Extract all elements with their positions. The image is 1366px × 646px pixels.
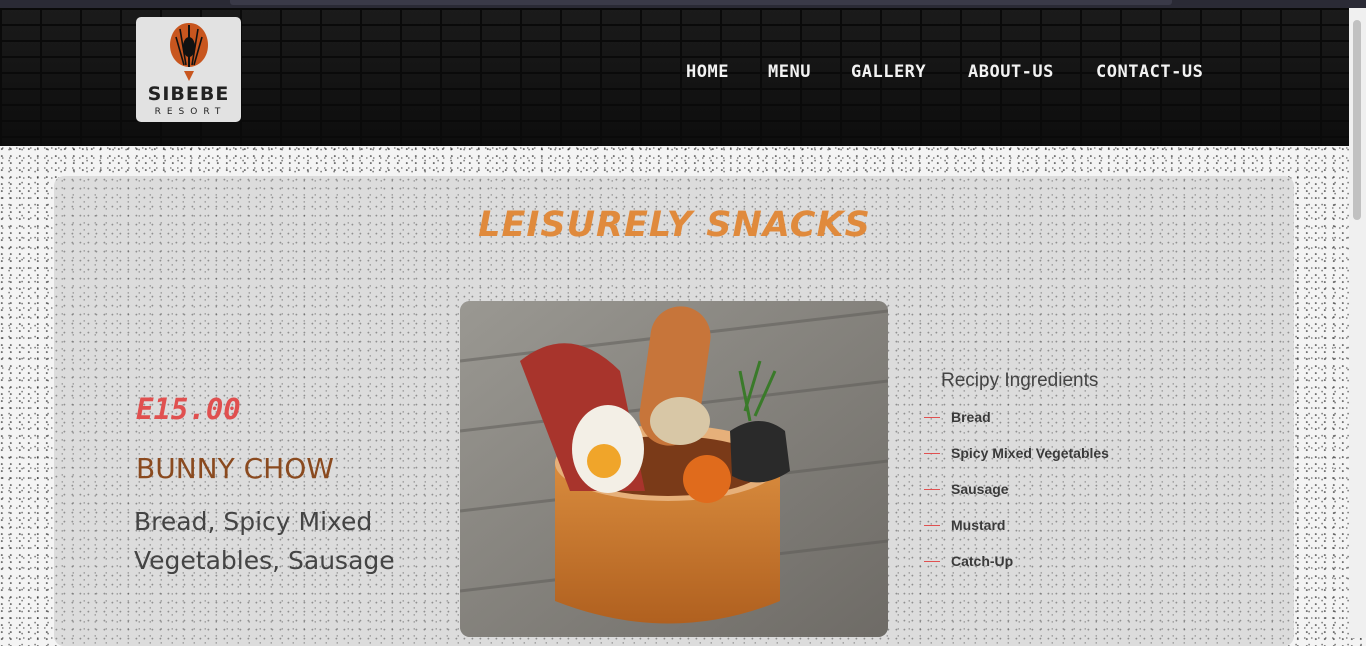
nav-about-us[interactable]: ABOUT-US (968, 62, 1054, 82)
nav-contact-us[interactable]: CONTACT-US (1096, 62, 1203, 82)
dash-icon (924, 489, 940, 490)
ingredient-label: Spicy Mixed Vegetables (951, 445, 1109, 461)
logo-subtitle: RESORT (154, 107, 227, 117)
ingredients-title: Recipy Ingredients (941, 370, 1099, 391)
bunny-chow-image (460, 301, 888, 637)
browser-top-strip (0, 0, 1366, 8)
ingredient-label: Mustard (951, 517, 1006, 533)
item-name: BUNNY CHOW (136, 452, 334, 485)
dash-icon (924, 453, 940, 454)
nav-gallery[interactable]: GALLERY (851, 62, 926, 82)
item-price: E15.00 (136, 392, 241, 426)
ingredient-label: Bread (951, 409, 991, 425)
site-logo[interactable]: SIBEBE RESORT (136, 17, 241, 122)
tab-strip (230, 0, 1172, 5)
ingredient-label: Catch-Up (951, 553, 1014, 569)
dash-icon (924, 525, 940, 526)
page-scrollbar[interactable] (1349, 8, 1366, 638)
scrollbar-thumb[interactable] (1353, 20, 1361, 220)
nav-home[interactable]: HOME (686, 62, 729, 82)
sun-emblem-icon (170, 23, 208, 81)
dash-icon (924, 561, 940, 562)
item-description: Bread, Spicy Mixed Vegetables, Sausage (134, 507, 395, 575)
section-title: LEISURELY SNACKS (478, 205, 871, 245)
logo-name: SIBEBE (147, 83, 230, 105)
nav-menu[interactable]: MENU (768, 62, 811, 82)
dash-icon (924, 417, 940, 418)
dish-photo (460, 301, 888, 637)
ingredient-label: Sausage (951, 481, 1009, 497)
